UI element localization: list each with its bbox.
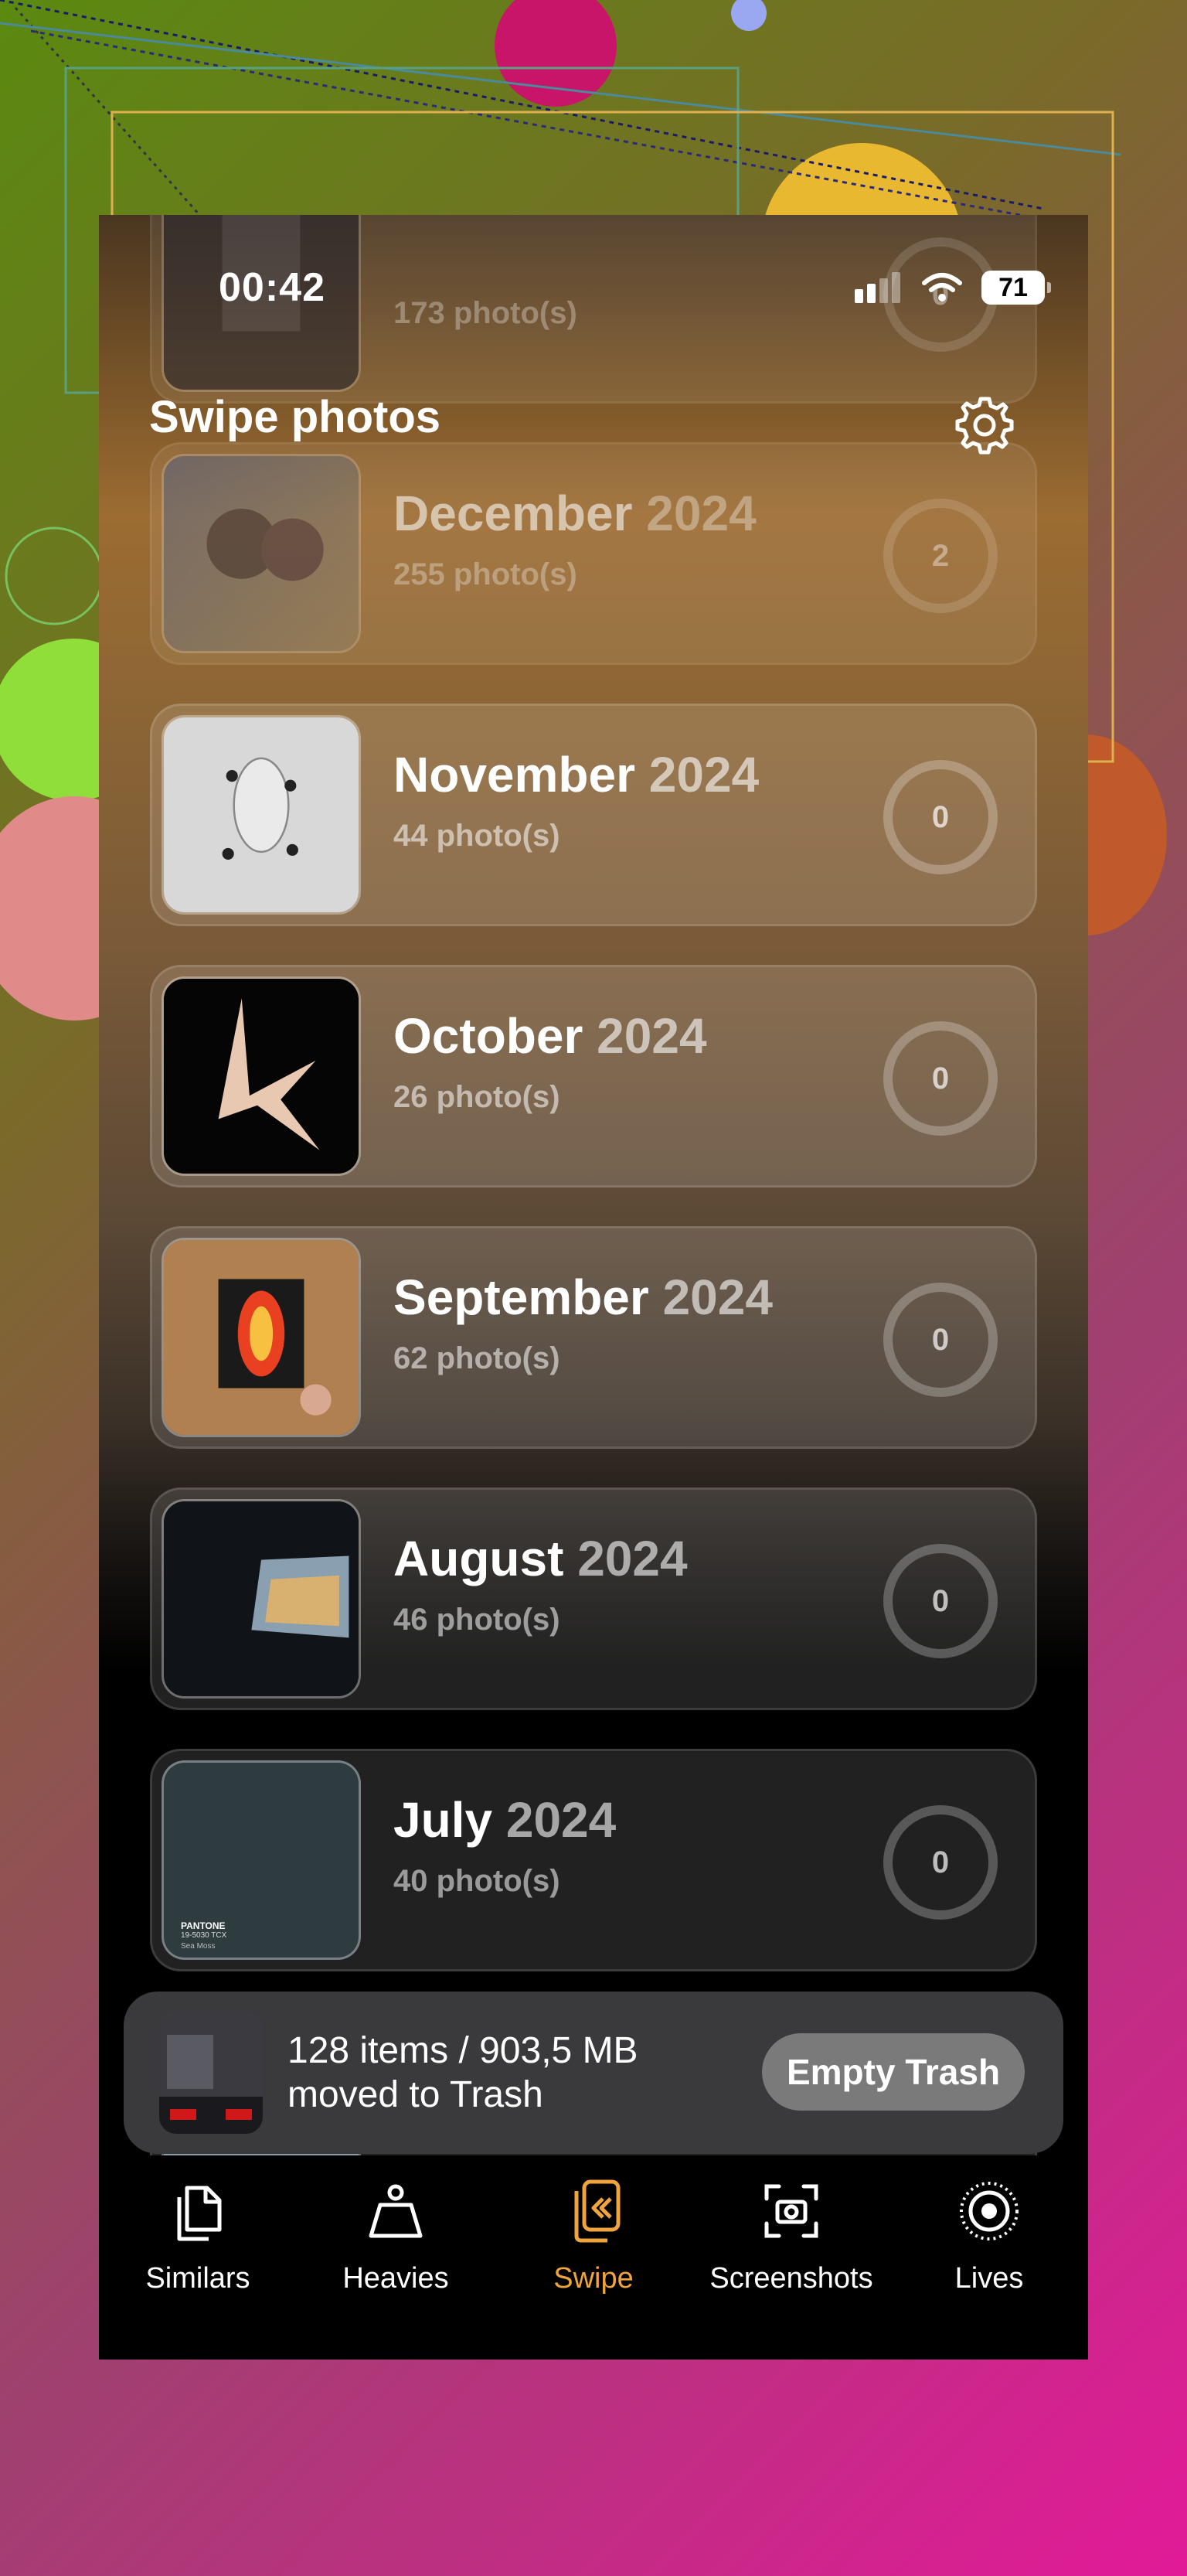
swipe-cards-icon xyxy=(574,2179,621,2243)
weight-icon xyxy=(369,2184,423,2238)
month-thumbnail xyxy=(162,715,361,915)
tab-bar: Similars Heavies Swipe Screenshots Lives xyxy=(99,2155,1088,2360)
photo-count: 44 photo(s) xyxy=(393,819,560,853)
month-title: August 2024 xyxy=(393,1531,688,1586)
month-thumbnail xyxy=(162,976,361,1176)
tab-lives[interactable]: Lives xyxy=(890,2155,1088,2310)
tab-heavies[interactable]: Heavies xyxy=(297,2155,495,2310)
month-thumbnail xyxy=(162,1499,361,1699)
trash-count-ring: 2 xyxy=(883,499,998,613)
empty-trash-button[interactable]: Empty Trash xyxy=(762,2033,1025,2111)
tab-label: Screenshots xyxy=(709,2262,873,2295)
photo-count: 40 photo(s) xyxy=(393,1864,560,1898)
month-row-august[interactable]: August 2024 46 photo(s) 0 xyxy=(150,1487,1037,1710)
status-icons: 71 xyxy=(855,271,1051,305)
pantone-brand: PANTONE xyxy=(181,1920,226,1931)
month-row-october[interactable]: October 2024 26 photo(s) 0 xyxy=(150,965,1037,1187)
month-title: October 2024 xyxy=(393,1008,707,1064)
screenshot-icon xyxy=(764,2184,818,2238)
month-title: September 2024 xyxy=(393,1269,773,1325)
trash-count-ring: 0 xyxy=(883,1283,998,1397)
trash-count-ring: 0 xyxy=(883,1544,998,1658)
wifi-icon xyxy=(922,273,962,302)
settings-button[interactable] xyxy=(952,393,1017,458)
month-row-september[interactable]: September 2024 62 photo(s) 0 xyxy=(150,1226,1037,1449)
trash-count-ring: 0 xyxy=(883,760,998,874)
month-row-july[interactable]: PANTONE 19-5030 TCX Sea Moss July 2024 4… xyxy=(150,1749,1037,1971)
gear-icon xyxy=(955,397,1014,455)
tab-label: Swipe xyxy=(553,2262,634,2295)
tab-label: Lives xyxy=(954,2262,1024,2295)
tab-label: Heavies xyxy=(342,2262,449,2295)
month-title: July 2024 xyxy=(393,1792,617,1848)
trash-summary-bar: 128 items / 903,5 MB moved to Trash Empt… xyxy=(124,1992,1063,2154)
month-thumbnail: PANTONE 19-5030 TCX Sea Moss xyxy=(162,1760,361,1960)
month-title: November 2024 xyxy=(393,747,760,802)
trash-thumbnail xyxy=(159,2012,263,2134)
month-thumbnail xyxy=(162,454,361,653)
status-time: 00:42 xyxy=(219,265,325,310)
signal-icon xyxy=(855,272,900,303)
photo-count: 62 photo(s) xyxy=(393,1341,560,1375)
status-bar: 00:42 71 xyxy=(99,215,1088,362)
trash-summary-line2: moved to Trash xyxy=(287,2074,543,2115)
tab-swipe[interactable]: Swipe xyxy=(495,2155,692,2310)
trash-count-ring: 0 xyxy=(883,1805,998,1920)
tab-similars[interactable]: Similars xyxy=(99,2155,297,2310)
page-title: Swipe photos xyxy=(149,392,440,442)
month-row-november[interactable]: November 2024 44 photo(s) 0 xyxy=(150,704,1037,926)
trash-count-ring: 0 xyxy=(883,1021,998,1136)
month-thumbnail xyxy=(162,1238,361,1437)
tab-screenshots[interactable]: Screenshots xyxy=(692,2155,890,2310)
battery-level: 71 xyxy=(998,272,1028,302)
phone-screen: 173 photo(s) 0 December 2024 255 photo(s… xyxy=(99,215,1088,2360)
copy-icon xyxy=(177,2186,222,2241)
pantone-name: Sea Moss xyxy=(181,1942,216,1951)
battery-icon: 71 xyxy=(981,271,1051,305)
trash-summary-text: 128 items / 903,5 MB moved to Trash xyxy=(287,2029,638,2117)
month-row-december[interactable]: December 2024 255 photo(s) 2 xyxy=(150,442,1037,665)
tab-label: Similars xyxy=(145,2262,250,2295)
trash-summary-line1: 128 items / 903,5 MB xyxy=(287,2030,638,2071)
pantone-code: 19-5030 TCX xyxy=(181,1931,227,1940)
photo-count: 26 photo(s) xyxy=(393,1080,560,1114)
month-title: December 2024 xyxy=(393,486,757,541)
photo-count: 46 photo(s) xyxy=(393,1603,560,1637)
photo-count: 255 photo(s) xyxy=(393,557,577,591)
live-photo-icon xyxy=(960,2182,1019,2240)
